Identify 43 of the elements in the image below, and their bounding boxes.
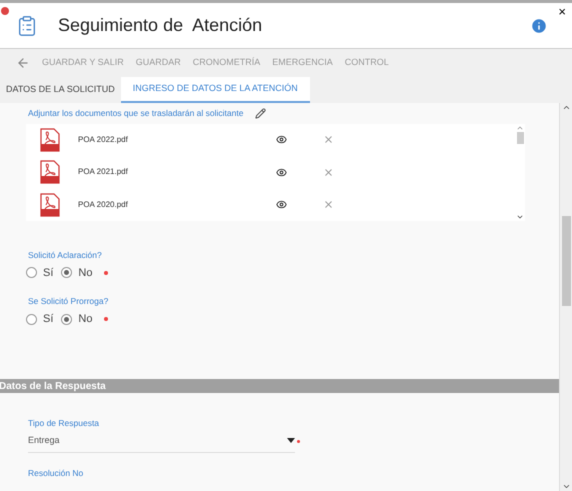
- edit-icon[interactable]: [255, 108, 266, 119]
- tab[interactable]: INGRESO DE DATOS DE LA ATENCIÓN: [120, 77, 310, 103]
- tab[interactable]: DATOS DE LA SOLICITUD: [0, 77, 121, 103]
- radio-option[interactable]: Sí: [26, 264, 54, 281]
- pdf-file-icon: [40, 128, 60, 152]
- radio-option[interactable]: No: [61, 264, 92, 281]
- file-name: POA 2021.pdf: [78, 166, 129, 178]
- scroll-thumb[interactable]: [516, 132, 524, 144]
- question-label: Se Solicitó Prorroga?: [28, 295, 110, 308]
- radio-icon: [26, 267, 37, 278]
- remove-icon[interactable]: [323, 199, 334, 210]
- page-scrollbar[interactable]: [559, 103, 572, 491]
- field-label: Resolución No: [28, 466, 84, 480]
- scroll-up-icon[interactable]: [562, 103, 570, 112]
- file-name: POA 2020.pdf: [78, 198, 129, 211]
- back-icon[interactable]: [16, 56, 30, 70]
- remove-icon[interactable]: [323, 134, 334, 146]
- scroll-thumb[interactable]: [562, 216, 570, 306]
- radio-icon: [26, 314, 37, 324]
- radio-option[interactable]: Sí: [26, 310, 54, 328]
- field-label: Tipo de Respuesta: [28, 417, 100, 430]
- view-icon[interactable]: [276, 134, 287, 146]
- window-title: Seguimiento de Atención: [58, 14, 262, 37]
- required-icon: [104, 270, 108, 275]
- required-icon: [104, 317, 108, 321]
- radio-option[interactable]: No: [61, 310, 92, 328]
- view-icon[interactable]: [276, 166, 287, 178]
- info-icon[interactable]: [530, 16, 548, 34]
- radio-icon: [61, 314, 72, 324]
- close-button[interactable]: ×: [558, 5, 566, 18]
- clipboard-icon: [16, 14, 38, 36]
- section-header: Datos de la Respuesta: [0, 379, 559, 394]
- question-label: Solicitó Aclaración?: [28, 248, 103, 262]
- response-type-dropdown[interactable]: Entrega: [28, 434, 295, 452]
- radio-icon: [61, 267, 72, 278]
- file-name: POA 2022.pdf: [78, 134, 129, 146]
- remove-icon[interactable]: [323, 166, 334, 178]
- pdf-file-icon: [40, 192, 60, 217]
- view-icon[interactable]: [276, 199, 287, 210]
- required-icon: [297, 440, 300, 443]
- attachments-label: Adjuntar los documentos que se trasladarán al solicitante: [28, 107, 244, 120]
- pdf-file-icon: [40, 160, 60, 184]
- scroll-down-icon[interactable]: [562, 482, 570, 491]
